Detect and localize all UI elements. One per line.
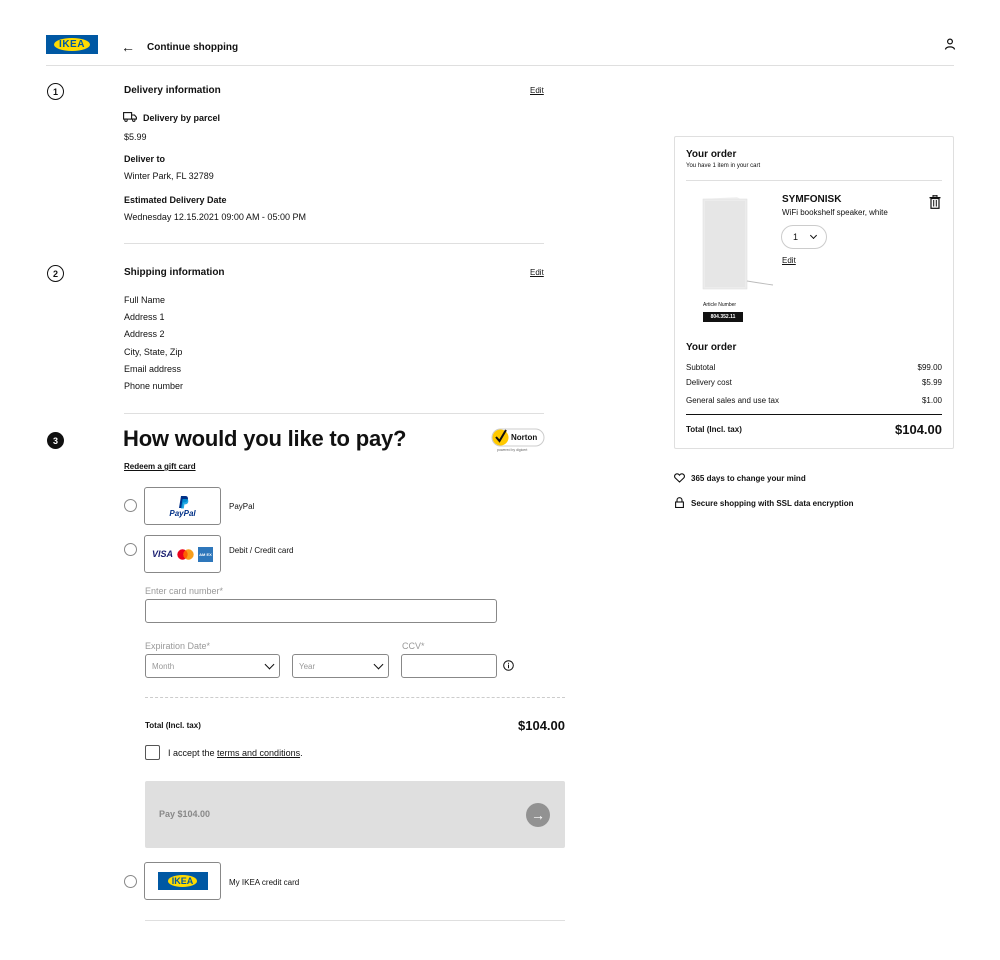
shipping-line: Phone number [124,381,184,391]
deliver-to-label: Deliver to [124,154,166,164]
terms-text: I accept the terms and conditions. [168,748,303,758]
year-placeholder: Year [299,661,316,671]
card-number-input[interactable] [145,599,497,623]
norton-text: Norton [511,433,538,442]
quantity-value: 1 [793,232,799,242]
lock-icon [675,497,684,508]
delivery-method: Delivery by parcel [143,113,221,123]
pay-button-label: Pay $104.00 [159,809,211,819]
shipping-line: Address 2 [124,329,165,339]
shipping-line: Email address [124,364,182,374]
usp-secure-shopping: Secure shopping with SSL data encryption [691,499,854,508]
chevron-down-icon [373,659,384,670]
ikea-logo-text: IKEA [54,38,90,51]
ikea-card-radio[interactable] [124,875,137,888]
tax-label: General sales and use tax [686,396,779,405]
ccv-label: CCV* [402,641,425,651]
payment-title: How would you like to pay? [123,426,407,451]
continue-shopping-link[interactable]: Continue shopping [147,42,238,53]
delivery-price: $5.99 [124,132,147,142]
year-select[interactable]: Year [292,654,389,678]
card-radio[interactable] [124,543,137,556]
month-placeholder: Month [152,661,175,671]
quantity-select[interactable]: 1 [781,225,827,249]
delivery-cost-label: Delivery cost [686,378,732,387]
product-image [702,197,774,290]
arrow-left-icon[interactable]: ← [121,40,135,54]
terms-prefix: I accept the [168,748,218,758]
ccv-input[interactable] [401,654,497,678]
shipping-edit-link[interactable]: Edit [530,268,544,277]
total-divider [686,414,942,415]
tax-value: $1.00 [921,396,942,405]
chevron-down-icon [809,231,818,240]
shipping-title: Shipping information [124,267,225,278]
divider [124,413,544,414]
mastercard-logo-icon [177,548,194,560]
article-number: 804.352.11 [703,312,743,322]
summary-title: Your order [686,342,737,353]
terms-link[interactable]: terms and conditions [217,748,300,758]
step-3-indicator: 3 [47,432,64,449]
shipping-line: Address 1 [124,312,165,322]
dashed-divider [145,697,565,698]
paypal-radio[interactable] [124,499,137,512]
terms-suffix: . [300,748,303,758]
order-total-value: $104.00 [895,422,942,437]
delivery-cost-value: $5.99 [921,378,942,387]
header-divider [46,65,954,66]
order-subtitle: You have 1 item in your cart [686,163,761,169]
month-select[interactable]: Month [145,654,280,678]
shipping-line: Full Name [124,295,166,305]
paypal-logo-icon [178,495,188,508]
info-icon[interactable] [503,660,514,671]
amex-logo: AM EX [198,546,213,562]
product-name: SYMFONISK [782,194,842,205]
product-description: WiFi bookshelf speaker, white [782,208,888,217]
card-label: Debit / Credit card [229,546,294,555]
paypal-logo-box[interactable]: PayPal [144,487,221,525]
divider [686,180,942,181]
ikea-card-logo-box[interactable]: IKEA [144,862,221,900]
deliver-to-value: Winter Park, FL 32789 [124,171,214,181]
divider [124,243,544,244]
order-total-label: Total (Incl. tax) [686,425,742,434]
divider [145,920,565,921]
shipping-line: City, State, Zip [124,347,183,357]
product-edit-link[interactable]: Edit [782,256,796,265]
redeem-gift-card-link[interactable]: Redeem a gift card [124,462,196,471]
ikea-card-label: My IKEA credit card [229,878,300,887]
ikea-card-logo-text: IKEA [167,875,198,887]
article-number-label: Article Number [703,302,737,308]
eta-value: Wednesday 12.15.2021 09:00 AM - 05:00 PM [124,212,306,222]
card-logos-box[interactable]: VISA AM EX [144,535,221,573]
eta-label: Estimated Delivery Date [124,195,227,205]
subtotal-label: Subtotal [686,363,716,372]
step-2-indicator: 2 [47,265,64,282]
subtotal-value: $99.00 [917,363,942,372]
usp-return-policy: 365 days to change your mind [691,474,806,483]
delivery-title: Delivery information [124,85,221,96]
truck-icon [123,112,137,122]
paypal-logo-text: PayPal [169,508,196,518]
user-icon[interactable] [944,38,956,50]
terms-checkbox[interactable] [145,745,160,760]
ikea-logo[interactable]: IKEA [46,35,98,54]
card-number-label: Enter card number* [145,586,224,596]
arrow-right-icon: → [526,803,550,827]
norton-badge: Norton powered by digicert [490,427,545,455]
delivery-edit-link[interactable]: Edit [530,86,544,95]
trash-icon[interactable] [929,195,941,209]
paypal-label: PayPal [229,502,255,511]
ikea-card-logo: IKEA [157,872,208,890]
expiration-label: Expiration Date* [145,641,211,651]
step-1-indicator: 1 [47,83,64,100]
payment-total-label: Total (Incl. tax) [145,721,201,730]
heart-icon [674,473,685,483]
visa-logo: VISA [151,549,173,559]
chevron-down-icon [264,659,275,670]
payment-total-value: $104.00 [518,718,565,733]
order-title: Your order [686,149,737,160]
norton-subtext: powered by digicert [497,448,528,452]
